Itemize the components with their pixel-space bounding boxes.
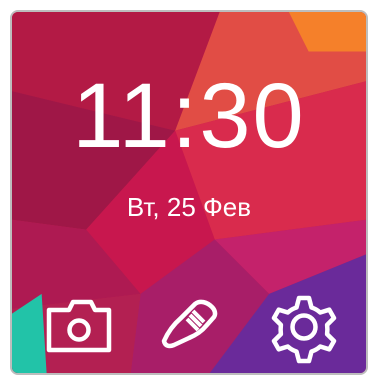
settings-shortcut[interactable] [267, 290, 341, 364]
fitness-shortcut[interactable] [154, 290, 228, 364]
running-shoe-icon [161, 299, 218, 349]
camera-shortcut[interactable] [42, 290, 116, 364]
clock-time: 11:30 [72, 65, 306, 167]
camera-icon [46, 299, 112, 353]
clock-date: Вт, 25 Фев [126, 192, 252, 222]
gear-icon [271, 295, 337, 364]
watch-screen: 11:30 Вт, 25 Фев [10, 10, 368, 375]
